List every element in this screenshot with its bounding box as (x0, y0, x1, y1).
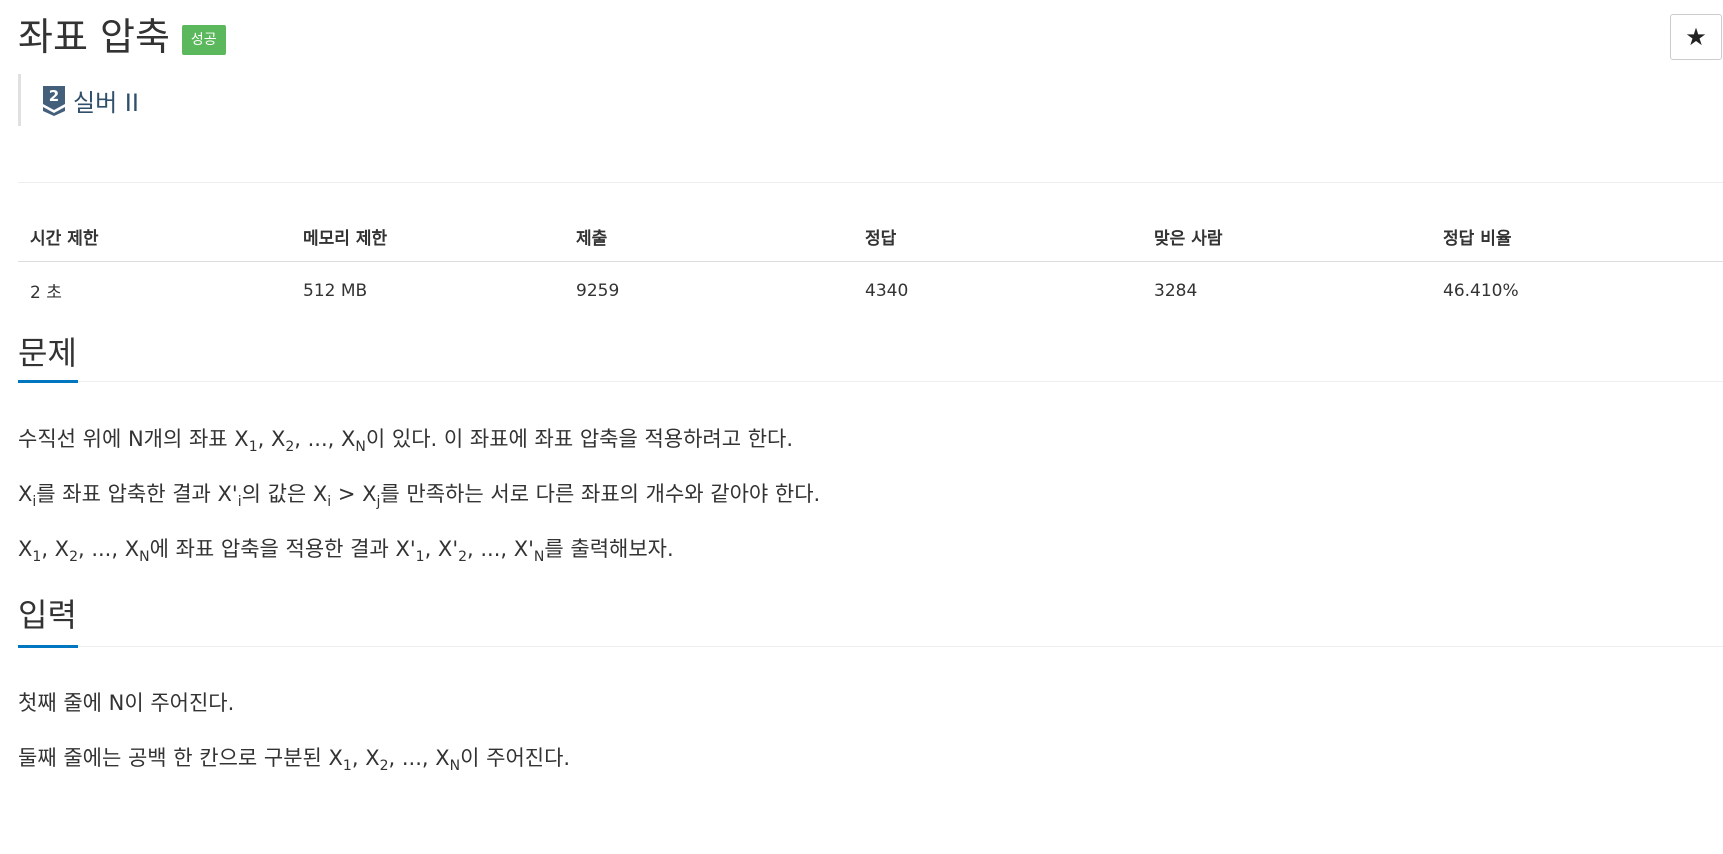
tier-label[interactable]: 실버 II (73, 83, 139, 118)
star-icon: ★ (1685, 23, 1707, 51)
problem-paragraph-1: 수직선 위에 N개의 좌표 X1, X2, ..., XN이 있다. 이 좌표에… (18, 427, 794, 455)
memory-limit-value: 512 MB (303, 280, 368, 301)
problem-info-table: 시간 제한 메모리 제한 제출 정답 맞은 사람 정답 비율 2 초 512 M… (18, 212, 1723, 313)
input-heading-underline (18, 645, 78, 648)
input-paragraph-1: 첫째 줄에 N이 주어진다. (18, 691, 235, 715)
tier-level: 2 (49, 87, 59, 105)
title-row: 좌표 압축 성공 (18, 14, 226, 60)
divider (18, 182, 1723, 183)
status-badge: 성공 (181, 25, 226, 55)
header-solved-users: 맞은 사람 (1142, 212, 1431, 262)
problem-paragraph-3: X1, X2, ..., XN에 좌표 압축을 적용한 결과 X'1, X'2,… (18, 537, 674, 565)
header-submissions: 제출 (564, 212, 853, 262)
input-heading-line (18, 646, 1723, 647)
input-heading: 입력 (18, 596, 77, 634)
problem-heading-underline (18, 380, 78, 383)
problem-title: 좌표 압축 (18, 15, 170, 59)
header-time-limit: 시간 제한 (18, 212, 291, 262)
table-header-row: 시간 제한 메모리 제한 제출 정답 맞은 사람 정답 비율 (18, 212, 1723, 262)
header-accept-ratio: 정답 비율 (1431, 212, 1723, 262)
header-accepted: 정답 (853, 212, 1142, 262)
problem-paragraph-2: Xi를 좌표 압축한 결과 X'i의 값은 Xi > Xj를 만족하는 서로 다… (18, 482, 821, 510)
silver-tier-icon: 2 (43, 86, 65, 116)
input-paragraph-2: 둘째 줄에는 공백 한 칸으로 구분된 X1, X2, ..., XN이 주어진… (18, 746, 571, 774)
problem-heading: 문제 (18, 334, 77, 372)
problem-page: 좌표 압축 성공 ★ 2 실버 II 시간 제한 메모리 제한 제출 정답 맞은… (0, 0, 1723, 854)
submissions-value: 9259 (576, 280, 620, 301)
problem-heading-line (18, 381, 1723, 382)
accept-ratio-value: 46.410% (1443, 280, 1519, 301)
header-memory-limit: 메모리 제한 (291, 212, 564, 262)
accepted-value: 4340 (865, 280, 909, 301)
tier-box: 2 실버 II (18, 74, 139, 126)
star-button[interactable]: ★ (1670, 14, 1722, 60)
solved-users-value: 3284 (1154, 280, 1198, 301)
table-row: 2 초 512 MB 9259 4340 3284 46.410% (18, 262, 1723, 314)
time-limit-value: 2 초 (30, 283, 62, 303)
